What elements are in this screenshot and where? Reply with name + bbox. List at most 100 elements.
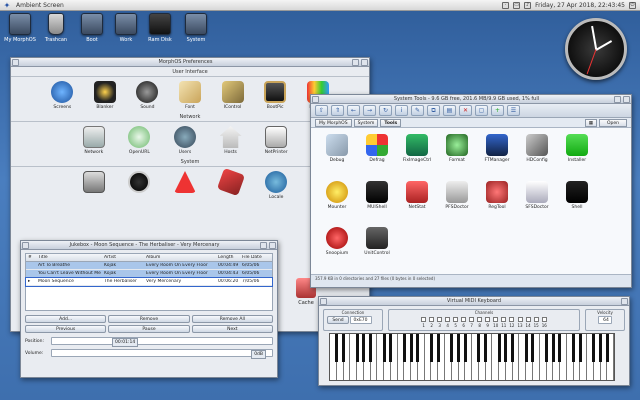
iconify-icon[interactable] (352, 58, 359, 66)
black-key[interactable] (402, 334, 406, 362)
black-key[interactable] (497, 334, 501, 362)
checkbox-box[interactable] (493, 316, 499, 322)
close-icon[interactable] (22, 241, 29, 249)
black-key[interactable] (524, 334, 528, 362)
velocity-field[interactable]: 64 (598, 316, 612, 324)
tool-debug[interactable]: Debug (317, 134, 357, 175)
tool-defrag[interactable]: Defrag (357, 134, 397, 175)
prefs-openurl[interactable]: OpenURL (122, 126, 156, 155)
iconify-icon[interactable] (260, 241, 267, 249)
channel-checkbox[interactable]: 8 (477, 316, 483, 328)
volume-icon[interactable]: ♪ (524, 1, 532, 9)
refresh-icon[interactable]: ↻ (379, 105, 392, 116)
black-key[interactable] (369, 334, 373, 362)
volume-knob[interactable]: 0dB (251, 350, 266, 359)
midi-titlebar[interactable]: Virtual MIDI Keyboard (319, 297, 629, 306)
checkbox-box[interactable] (453, 316, 459, 322)
checkbox-box[interactable] (469, 316, 475, 322)
morphos-logo-icon[interactable]: ✦ (0, 0, 14, 11)
black-key[interactable] (484, 334, 488, 362)
next-button[interactable]: Next (191, 325, 273, 333)
channel-checkbox[interactable]: 9 (485, 316, 491, 328)
checkbox-box[interactable] (517, 316, 523, 322)
power-icon[interactable]: ⏻ (629, 1, 636, 9)
prefs-plug[interactable] (214, 167, 248, 200)
chat-icon[interactable]: · (502, 1, 510, 9)
prefs-network[interactable]: Network (77, 126, 111, 155)
crumb-my-morphos[interactable]: My MorphOS (315, 118, 352, 127)
port-field[interactable]: 0xE70 (350, 316, 373, 324)
channel-checkbox[interactable]: 2 (429, 316, 435, 328)
tool-sfsdoctor[interactable]: SFSDoctor (517, 180, 557, 222)
root-dir-icon[interactable]: ⇑ (331, 105, 344, 116)
checkbox-box[interactable] (509, 316, 515, 322)
prefs-time[interactable] (122, 171, 156, 200)
black-key[interactable] (598, 334, 602, 362)
position-slider[interactable]: 00:01:14 (51, 337, 273, 347)
black-key[interactable] (335, 334, 339, 362)
black-key[interactable] (409, 334, 413, 362)
checkbox-box[interactable] (429, 316, 435, 322)
desktop-icon-ram-disk[interactable]: Ram Disk (140, 13, 180, 43)
add-button[interactable]: Add... (25, 315, 107, 323)
previous-button[interactable]: Previous (25, 325, 107, 333)
prefs-netprinter[interactable]: NetPrinter (259, 126, 293, 155)
copy-icon[interactable]: ⧉ (427, 105, 440, 116)
checkbox-box[interactable] (477, 316, 483, 322)
prefs-sound[interactable]: Sound (130, 81, 164, 110)
black-key[interactable] (511, 334, 515, 362)
channel-checkbox[interactable]: 4 (445, 316, 451, 328)
prefs-users[interactable]: Users (168, 126, 202, 155)
checkbox-box[interactable] (445, 316, 451, 322)
checkbox-box[interactable] (533, 316, 539, 322)
desktop-icon-my-morphos[interactable]: My MorphOS (0, 13, 40, 43)
jukebox-titlebar[interactable]: Jukebox - Moon Sequence - The Herbaliser… (21, 241, 277, 250)
close-icon[interactable] (12, 58, 19, 66)
send-button[interactable]: Send (327, 316, 349, 324)
black-key[interactable] (592, 334, 596, 362)
checkbox-box[interactable] (437, 316, 443, 322)
close-icon[interactable] (312, 95, 319, 103)
black-key[interactable] (416, 334, 420, 362)
open-button[interactable]: Open (599, 118, 627, 127)
black-key[interactable] (605, 334, 609, 362)
depth-icon[interactable] (269, 241, 276, 249)
volume-slider[interactable]: 0dB (51, 349, 273, 359)
black-key[interactable] (504, 334, 508, 362)
piano-keyboard[interactable] (329, 333, 615, 381)
prefs-bootpic[interactable]: BootPic (258, 81, 292, 110)
tool-muishell[interactable]: MUIShell (357, 180, 397, 222)
channel-checkbox[interactable]: 5 (453, 316, 459, 328)
parent-dir-icon[interactable]: ⇧ (315, 105, 328, 116)
black-key[interactable] (544, 334, 548, 362)
channel-checkbox[interactable]: 16 (541, 316, 547, 328)
desktop-icon-system[interactable]: System (176, 13, 216, 43)
black-key[interactable] (456, 334, 460, 362)
table-row[interactable]: Art To Breathe Kojak Every Room On Every… (26, 262, 272, 270)
channel-checkbox[interactable]: 11 (501, 316, 506, 328)
prefs-blanker[interactable]: Blanker (88, 81, 122, 110)
tool-shell[interactable]: Shell (557, 180, 597, 222)
black-key[interactable] (571, 334, 575, 362)
desktop-icon-trashcan[interactable]: Trashcan (36, 13, 76, 43)
tool-unitcontrol[interactable]: UnitControl (357, 227, 397, 268)
checkbox-box[interactable] (421, 316, 427, 322)
remove-button[interactable]: Remove (108, 315, 190, 323)
iconify-icon[interactable] (614, 95, 621, 103)
black-key[interactable] (362, 334, 366, 362)
tool-pfsdoctor[interactable]: PFSDoctor (437, 180, 477, 222)
channel-checkbox[interactable]: 15 (533, 316, 539, 328)
checkbox-box[interactable] (485, 316, 491, 322)
black-key[interactable] (463, 334, 467, 362)
tool-snoopium[interactable]: Snoopium (317, 227, 357, 268)
black-key[interactable] (382, 334, 386, 362)
prefs-locale[interactable]: Locale (259, 171, 293, 200)
channel-checkbox[interactable]: 1 (421, 316, 427, 328)
position-knob[interactable]: 00:01:14 (112, 338, 139, 347)
black-key[interactable] (531, 334, 535, 362)
table-row[interactable]: ▸ Moon Sequence The Herbaliser Very Merc… (25, 277, 273, 287)
preferences-titlebar[interactable]: MorphOS Preferences (11, 58, 369, 67)
checkbox-box[interactable] (541, 316, 547, 322)
depth-icon[interactable] (621, 297, 628, 305)
view-mode-button[interactable]: ▦ (584, 118, 597, 127)
